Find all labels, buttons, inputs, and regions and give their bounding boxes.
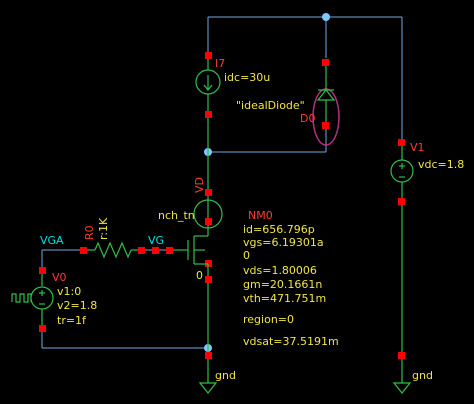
d0-model[interactable]: "idealDiode" (236, 99, 305, 112)
net-vd-label[interactable]: VD (193, 177, 206, 193)
v1-name[interactable]: V1 (410, 141, 425, 154)
pin-r0-right[interactable] (138, 247, 145, 254)
op-gm: gm=20.1661n (243, 278, 322, 291)
nm0-bulk[interactable]: 0 (196, 269, 203, 282)
pin-r0-left[interactable] (80, 247, 87, 254)
pin-v1-minus[interactable] (398, 198, 405, 205)
nm0-device[interactable]: nch_tn (158, 209, 195, 222)
v0-v1[interactable]: v1:0 (57, 285, 81, 298)
pin-d0-cathode[interactable] (322, 122, 329, 129)
pin-i7-plus[interactable] (205, 52, 212, 59)
pin-nm0-source[interactable] (205, 276, 212, 283)
pin-i7-minus[interactable] (205, 111, 212, 118)
pin-nm0-drain[interactable] (205, 189, 212, 196)
pins (39, 52, 405, 359)
pin-v1-plus[interactable] (398, 139, 405, 146)
v0-pulse-source[interactable] (11, 274, 54, 325)
r0-param[interactable]: r:1K (97, 217, 110, 240)
gnd-right-label[interactable]: gnd (412, 369, 433, 382)
pin-v0-plus[interactable] (39, 267, 46, 274)
op-vth: vth=471.751m (243, 292, 326, 305)
d0-name[interactable]: D0 (300, 112, 315, 125)
net-vg-label[interactable]: VG (148, 234, 164, 247)
r0-name[interactable]: R0 (83, 225, 96, 240)
nm0-name[interactable]: NM0 (248, 209, 273, 222)
pin-nm0-gate[interactable] (166, 247, 173, 254)
schematic-canvas[interactable]: I7 idc=30u "idealDiode" D0 V1 vdc=1.8 VD… (0, 0, 474, 404)
v0-name[interactable]: V0 (52, 271, 67, 284)
schematic-svg: I7 idc=30u "idealDiode" D0 V1 vdc=1.8 VD… (11, 13, 464, 394)
i7-name[interactable]: I7 (215, 57, 225, 70)
junction-top-rail[interactable] (322, 13, 330, 21)
gnd-left-label[interactable]: gnd (215, 369, 236, 382)
op-vgs: vgs=6.19301a (243, 236, 324, 249)
i7-current-source[interactable] (195, 59, 221, 152)
pin-nm0-drain2[interactable] (205, 218, 212, 225)
v0-tr[interactable]: tr=1f (57, 314, 87, 327)
v1-param[interactable]: vdc=1.8 (418, 158, 464, 171)
op-id: id=656.796p (243, 223, 315, 236)
op-vds: vds=1.80006 (243, 264, 317, 277)
pin-vg[interactable] (152, 247, 159, 254)
op-blank: 0 (243, 249, 250, 262)
op-vdsat: vdsat=37.5191m (243, 335, 339, 348)
pin-v0-minus[interactable] (39, 325, 46, 332)
op-region: region=0 (243, 313, 294, 326)
v0-v2[interactable]: v2=1.8 (57, 299, 97, 312)
i7-param[interactable]: idc=30u (224, 71, 270, 84)
pulse-waveform-icon (11, 293, 32, 303)
r0-resistor[interactable] (87, 241, 138, 259)
pin-v1-gnd[interactable] (398, 352, 405, 359)
pin-nm0-gnd[interactable] (205, 352, 212, 359)
pin-d0-anode[interactable] (322, 59, 329, 66)
nm0-op-point-annotations: id=656.796p vgs=6.19301a 0 vds=1.80006 g… (243, 223, 339, 348)
net-vga-label[interactable]: VGA (40, 234, 64, 247)
